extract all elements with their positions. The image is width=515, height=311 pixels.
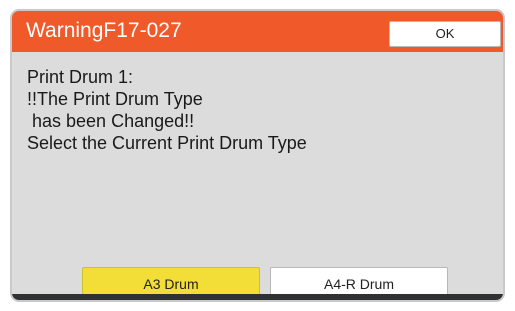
dialog-title-bar: WarningF17-027 OK (12, 11, 503, 52)
dialog-title: WarningF17-027 (26, 19, 182, 42)
warning-dialog: WarningF17-027 OK Print Drum 1: !!The Pr… (10, 9, 505, 302)
bottom-border-strip (12, 294, 503, 300)
message-line-1: Print Drum 1: (27, 67, 134, 87)
warning-message: Print Drum 1: !!The Print Drum Type has … (27, 66, 487, 154)
message-line-3: has been Changed!! (27, 111, 195, 131)
message-line-2: !!The Print Drum Type (27, 89, 203, 109)
ok-button[interactable]: OK (389, 21, 501, 47)
message-line-4: Select the Current Print Drum Type (27, 133, 307, 153)
